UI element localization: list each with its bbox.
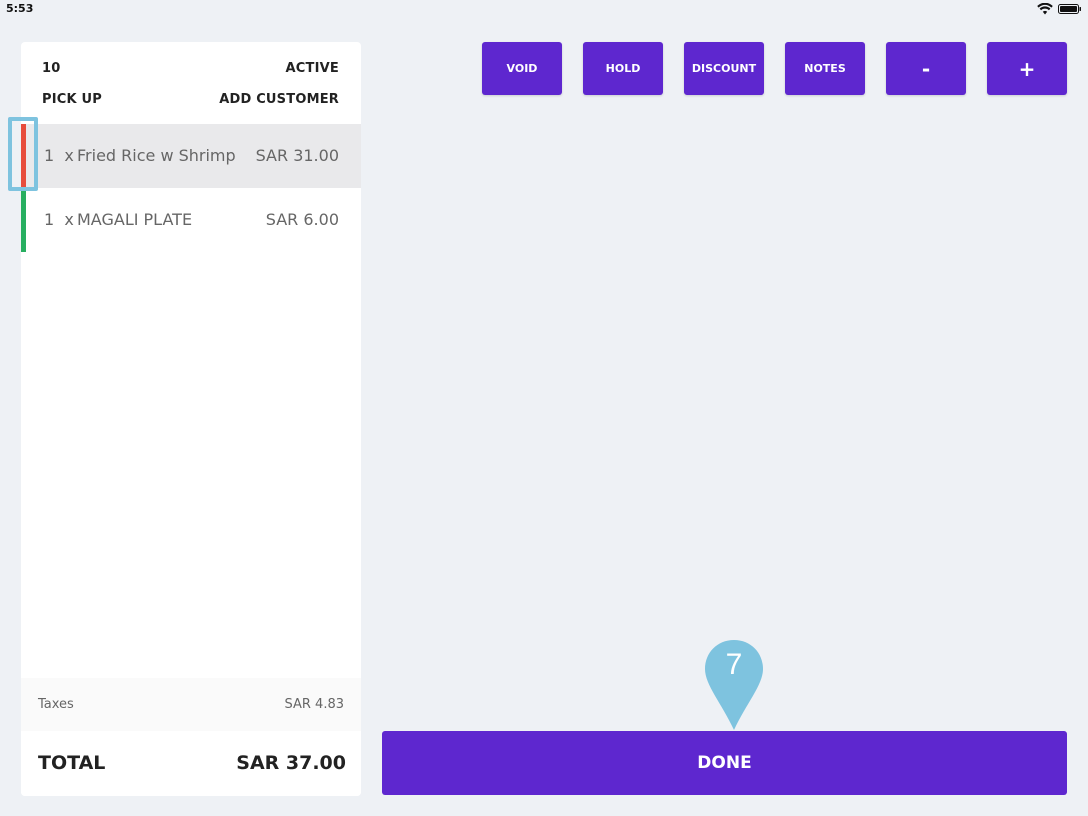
item-name: MAGALI PLATE	[77, 210, 193, 229]
battery-icon	[1058, 4, 1081, 14]
decrease-button[interactable]: -	[886, 42, 966, 95]
item-status-bar	[21, 188, 26, 252]
taxes-row: Taxes SAR 4.83	[21, 678, 361, 731]
order-header: 10 ACTIVE PICK UP ADD CUSTOMER	[21, 42, 361, 124]
taxes-value: SAR 4.83	[284, 697, 345, 712]
total-label: TOTAL	[38, 752, 106, 774]
void-button[interactable]: VOID	[482, 42, 562, 95]
item-name: Fried Rice w Shrimp	[77, 146, 236, 165]
status-bar: 5:53	[0, 0, 1088, 18]
step-marker-number: 7	[725, 648, 743, 681]
add-customer-button[interactable]: ADD CUSTOMER	[219, 92, 339, 107]
item-qty: 1 x	[44, 146, 74, 165]
total-value: SAR 37.00	[236, 752, 346, 774]
item-qty: 1 x	[44, 210, 74, 229]
discount-button[interactable]: DISCOUNT	[684, 42, 764, 95]
hold-button[interactable]: HOLD	[583, 42, 663, 95]
notes-button[interactable]: NOTES	[785, 42, 865, 95]
total-row: TOTAL SAR 37.00	[21, 731, 361, 796]
line-item-0[interactable]: 1 x Fried Rice w Shrimp SAR 31.00	[21, 124, 361, 188]
taxes-label: Taxes	[38, 697, 74, 712]
done-button[interactable]: DONE	[382, 731, 1067, 795]
order-number: 10	[42, 61, 61, 76]
status-time: 5:53	[6, 2, 34, 15]
order-panel: 10 ACTIVE PICK UP ADD CUSTOMER 1 x Fried…	[21, 42, 361, 796]
order-type-button[interactable]: PICK UP	[42, 92, 102, 107]
line-item-1[interactable]: 1 x MAGALI PLATE SAR 6.00	[21, 188, 361, 252]
item-price: SAR 31.00	[255, 146, 339, 165]
item-price: SAR 6.00	[265, 210, 339, 229]
increase-button[interactable]: +	[987, 42, 1067, 95]
wifi-icon	[1037, 3, 1053, 15]
order-status[interactable]: ACTIVE	[286, 61, 339, 76]
highlight-box	[8, 117, 38, 191]
